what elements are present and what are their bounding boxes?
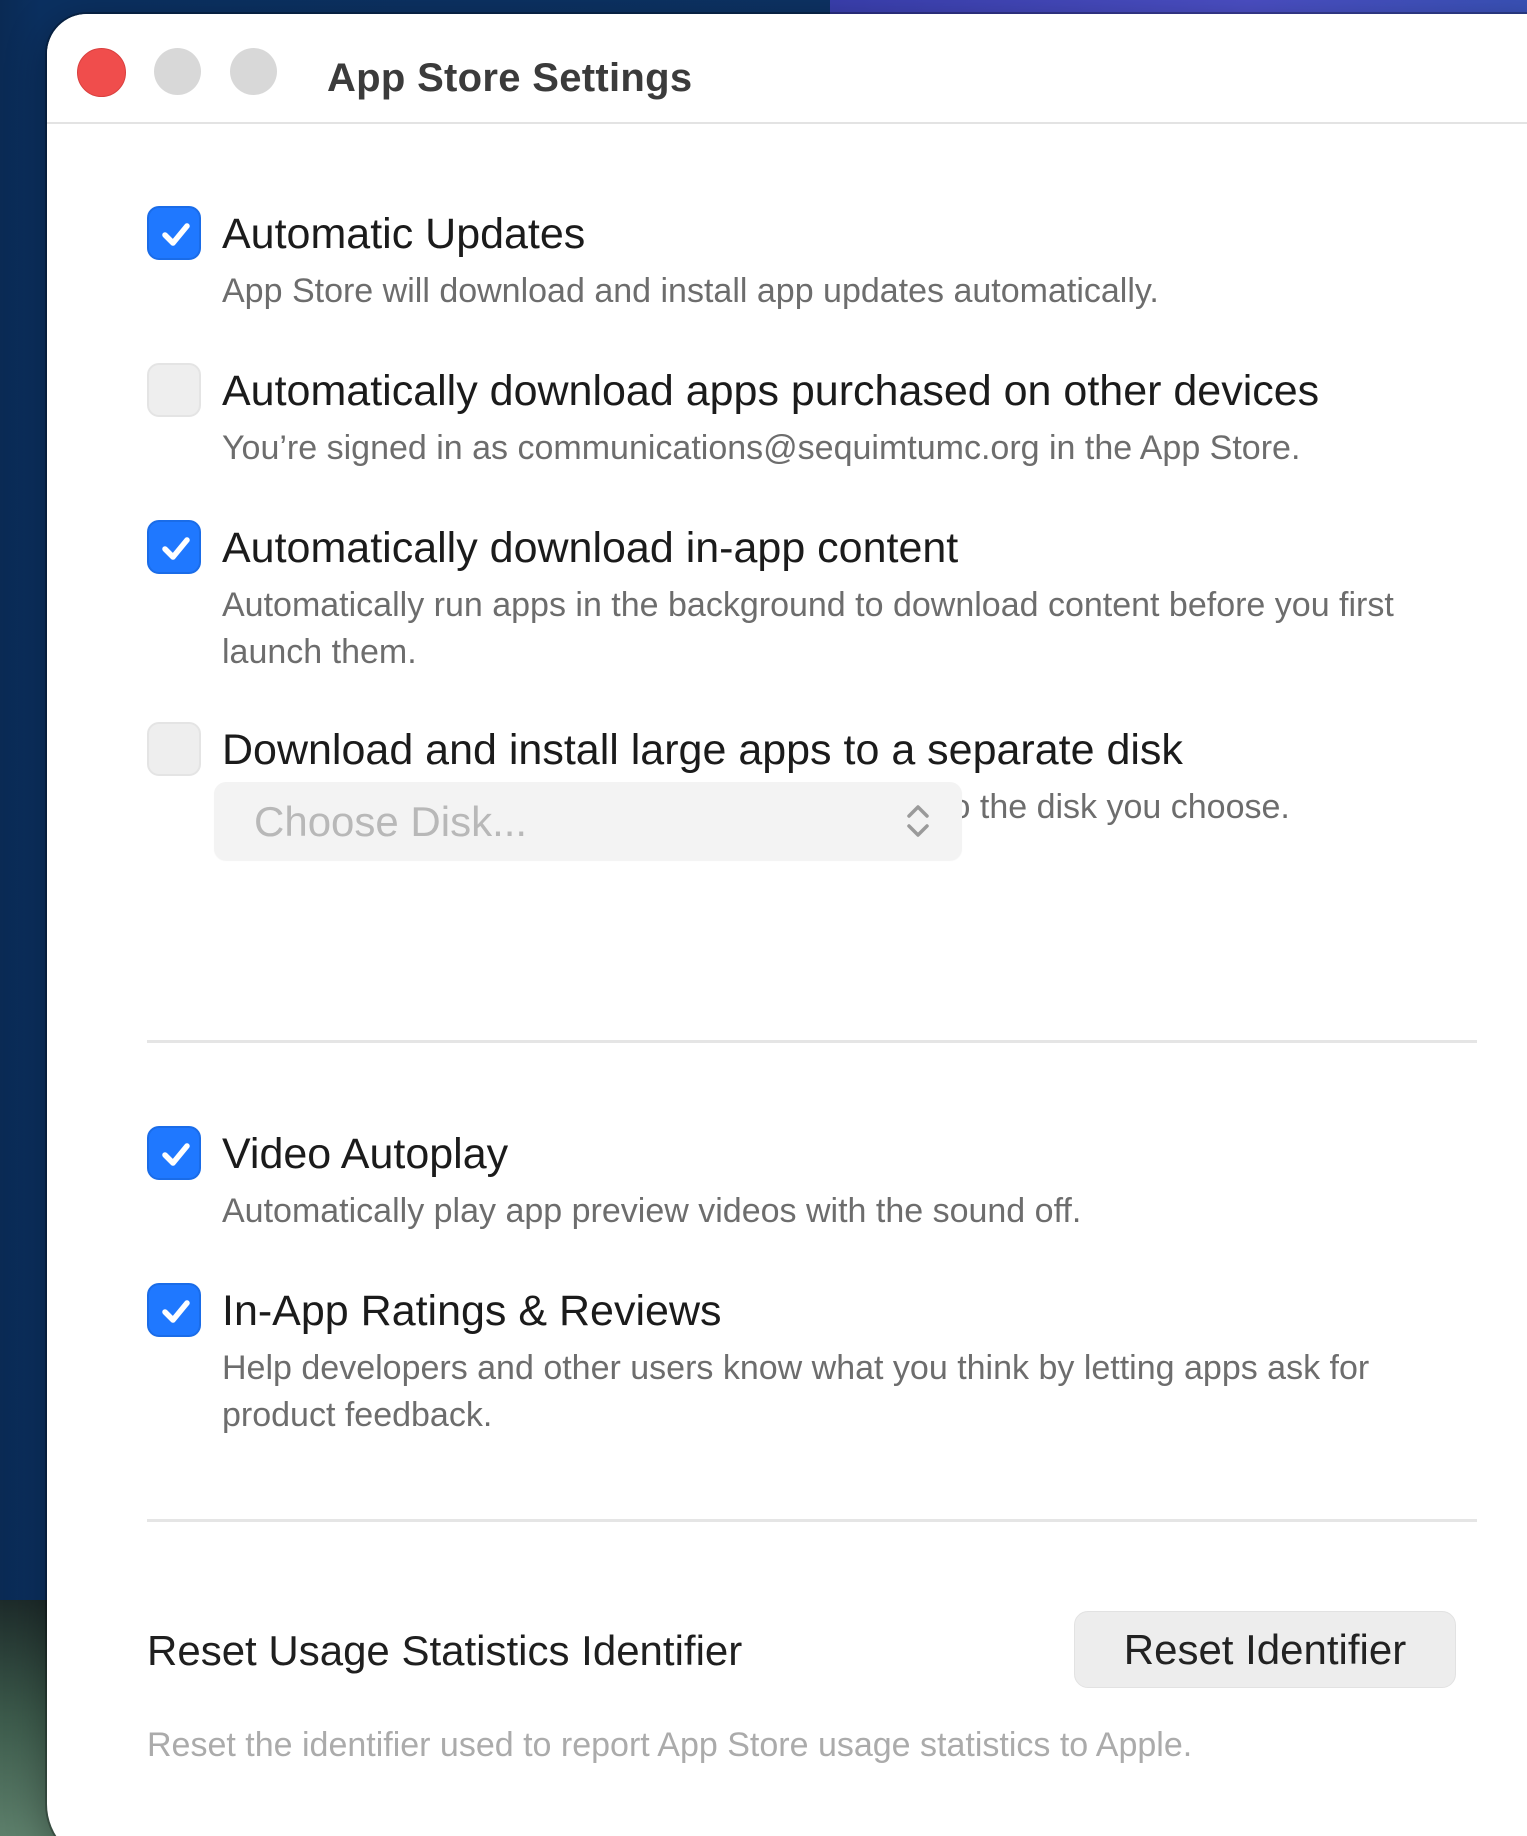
download-purchased-apps-checkbox[interactable]	[147, 363, 201, 417]
setting-description: You’re signed in as communications@sequi…	[222, 429, 1301, 467]
zoom-window-button[interactable]	[230, 48, 277, 95]
checkmark-icon	[162, 1300, 190, 1323]
chevron-up-down-icon	[907, 805, 929, 837]
download-in-app-content-checkbox[interactable]	[147, 520, 201, 574]
setting-title: Automatically download in-app content	[222, 524, 959, 572]
setting-title: Automatically download apps purchased on…	[222, 367, 1320, 415]
checkmark-icon	[162, 223, 190, 246]
video-autoplay-checkbox[interactable]	[147, 1126, 201, 1180]
choose-disk-popup[interactable]: Choose Disk...	[214, 782, 962, 860]
setting-title: Download and install large apps to a sep…	[222, 726, 1183, 774]
reset-usage-description: Reset the identifier used to report App …	[147, 1726, 1193, 1764]
setting-title: Video Autoplay	[222, 1130, 509, 1178]
automatic-updates-checkbox[interactable]	[147, 206, 201, 260]
settings-window: App Store Settings Automatic Updates App…	[47, 14, 1527, 1836]
minimize-window-button[interactable]	[154, 48, 201, 95]
title-bar: App Store Settings	[47, 14, 1527, 124]
large-apps-separate-disk-checkbox[interactable]	[147, 722, 201, 776]
setting-description: App Store will download and install app …	[222, 272, 1159, 310]
close-window-button[interactable]	[77, 48, 126, 97]
reset-usage-label: Reset Usage Statistics Identifier	[147, 1627, 743, 1674]
setting-title: In-App Ratings & Reviews	[222, 1287, 722, 1335]
section-divider	[147, 1040, 1477, 1043]
setting-description: Automatically play app preview videos wi…	[222, 1192, 1082, 1230]
window-title: App Store Settings	[327, 56, 693, 100]
reset-identifier-button[interactable]: Reset Identifier	[1074, 1611, 1456, 1688]
choose-disk-value: Choose Disk...	[254, 798, 528, 845]
section-divider	[147, 1519, 1477, 1522]
checkmark-icon	[162, 537, 190, 560]
setting-description: Automatically run apps in the background…	[222, 586, 1394, 671]
checkmark-icon	[162, 1143, 190, 1166]
setting-description: Help developers and other users know wha…	[222, 1349, 1370, 1434]
in-app-ratings-checkbox[interactable]	[147, 1283, 201, 1337]
setting-title: Automatic Updates	[222, 210, 586, 258]
